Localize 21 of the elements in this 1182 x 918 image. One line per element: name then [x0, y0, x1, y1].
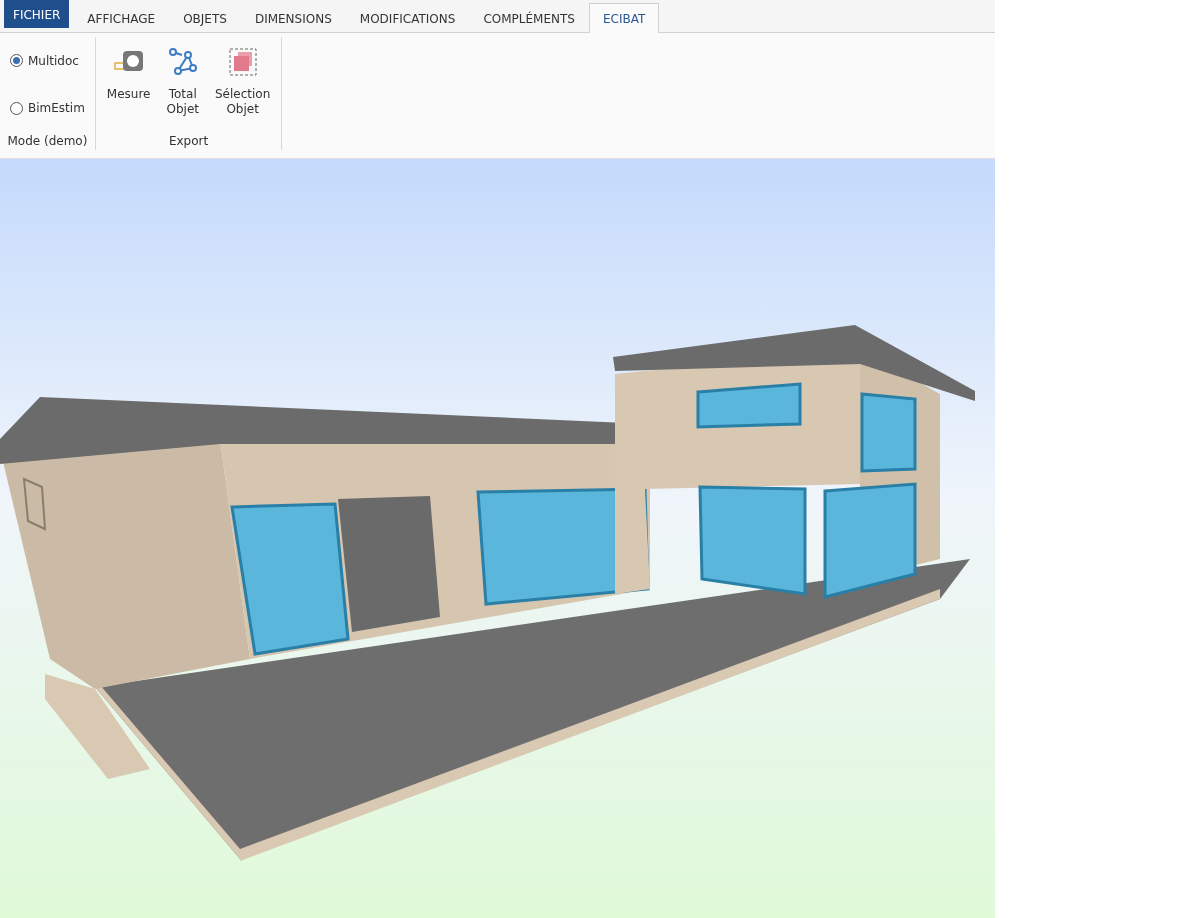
radio-button[interactable]	[10, 54, 23, 68]
ribbon-button[interactable]: Total Objet	[161, 37, 204, 132]
ribbon-tab[interactable]: DIMENSIONS	[240, 4, 346, 33]
radio-option[interactable]: BimEstim	[6, 99, 89, 118]
ribbon-tab[interactable]: OBJETS	[169, 4, 241, 33]
radio-label[interactable]: BimEstim	[28, 99, 85, 118]
3d-viewport[interactable]	[0, 159, 995, 918]
radio-button[interactable]	[10, 101, 23, 115]
ribbon-tab[interactable]: MODIFICATIONS	[345, 4, 470, 33]
group-label: Mode (demo)	[6, 133, 89, 150]
ribbon-tab[interactable]: COMPLÉMENTS	[469, 4, 589, 33]
ribbon-tab[interactable]: ECIBAT	[588, 3, 660, 33]
group-label: Export	[167, 133, 210, 150]
graph-icon	[167, 47, 198, 77]
ribbon-tab[interactable]: AFFICHAGE	[73, 4, 170, 33]
ribbon-button[interactable]: Sélection Objet	[209, 37, 276, 132]
file-tab[interactable]: FICHIER	[4, 0, 70, 28]
radio-option[interactable]: Multidoc	[6, 51, 89, 70]
ribbon-button[interactable]: Mesure	[101, 37, 156, 132]
selection-icon	[228, 48, 257, 76]
radio-label[interactable]: Multidoc	[28, 51, 79, 70]
